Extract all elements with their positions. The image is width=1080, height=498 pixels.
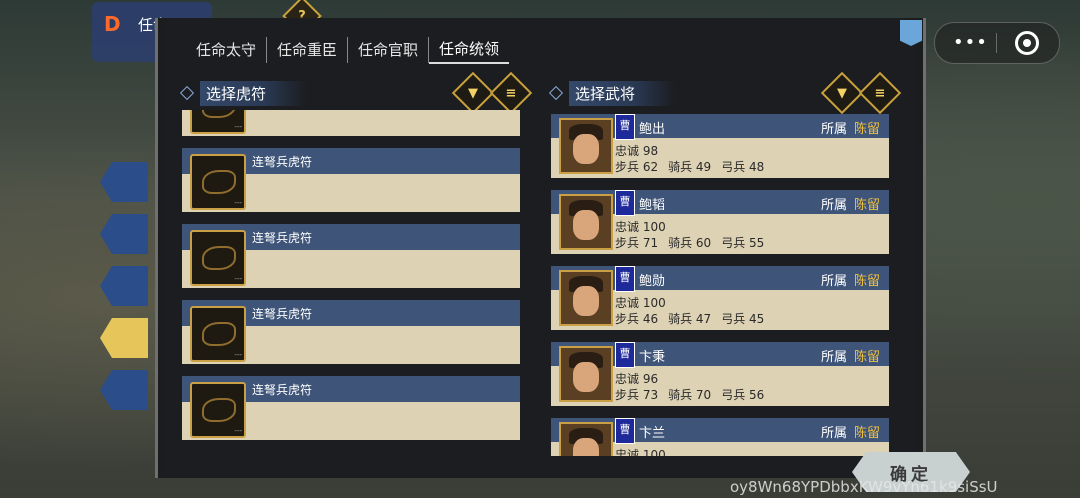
list-item[interactable] xyxy=(182,110,520,136)
tiger-tally-icon xyxy=(190,230,246,286)
general-portrait xyxy=(559,422,613,456)
faction-badge: 曹 xyxy=(615,114,635,140)
capsule-divider xyxy=(996,33,997,53)
list-item[interactable]: 连弩兵虎符 xyxy=(182,300,520,364)
faction-badge: 曹 xyxy=(615,342,635,368)
list-item[interactable]: 曹 卞兰 所属 陈留 忠诚 100 xyxy=(551,418,889,456)
diamond-icon xyxy=(548,85,564,101)
tab-bar: 任命太守 任命重臣 任命官职 任命统领 xyxy=(186,32,510,68)
watermark-text: oy8Wn68YPDbbxKW9vYn61k9siSsU xyxy=(730,478,998,496)
tab-appoint-minister[interactable]: 任命重臣 xyxy=(267,37,349,63)
section-header-tally: 选择虎符 xyxy=(179,80,307,106)
list-item[interactable]: 连弩兵虎符 xyxy=(182,224,520,288)
tiger-tally-icon xyxy=(190,382,246,438)
general-list[interactable]: 曹 鲍出 所属 陈留 忠诚 98 步兵 62 骑兵 49 弓兵 48 曹 鲍韬 所属… xyxy=(551,114,891,456)
general-portrait xyxy=(559,346,613,402)
list-item[interactable]: 连弩兵虎符 xyxy=(182,148,520,212)
list-item[interactable]: 曹 鲍出 所属 陈留 忠诚 98 步兵 62 骑兵 49 弓兵 48 xyxy=(551,114,889,178)
general-portrait xyxy=(559,194,613,250)
faction-badge: 曹 xyxy=(615,418,635,444)
general-portrait xyxy=(559,270,613,326)
list-item[interactable]: 曹 鲍韬 所属 陈留 忠诚 100 步兵 71 骑兵 60 弓兵 55 xyxy=(551,190,889,254)
general-portrait xyxy=(559,118,613,174)
diamond-icon xyxy=(179,85,195,101)
section-header-general: 选择武将 xyxy=(548,80,676,106)
close-flag-icon[interactable] xyxy=(900,20,922,46)
game-logo-icon: D xyxy=(104,12,121,36)
tiger-tally-icon xyxy=(190,110,246,134)
tab-appoint-governor[interactable]: 任命太守 xyxy=(186,37,268,63)
more-options-button[interactable]: ••• xyxy=(953,32,988,53)
circle-target-icon[interactable] xyxy=(1015,31,1039,55)
tiger-tally-icon xyxy=(190,154,246,210)
list-item[interactable]: 连弩兵虎符 xyxy=(182,376,520,440)
tiger-tally-icon xyxy=(190,306,246,362)
tab-appoint-commander[interactable]: 任命统领 xyxy=(429,36,510,64)
tab-appoint-official[interactable]: 任命官职 xyxy=(348,37,430,63)
miniprogram-capsule: ••• xyxy=(934,22,1060,64)
faction-badge: 曹 xyxy=(615,190,635,216)
list-item[interactable]: 曹 卞秉 所属 陈留 忠诚 96 步兵 73 骑兵 70 弓兵 56 xyxy=(551,342,889,406)
tally-list[interactable]: 连弩兵虎符 连弩兵虎符 连弩兵虎符 连弩兵虎符 xyxy=(182,110,522,446)
faction-badge: 曹 xyxy=(615,266,635,292)
list-item[interactable]: 曹 鲍勋 所属 陈留 忠诚 100 步兵 46 骑兵 47 弓兵 45 xyxy=(551,266,889,330)
